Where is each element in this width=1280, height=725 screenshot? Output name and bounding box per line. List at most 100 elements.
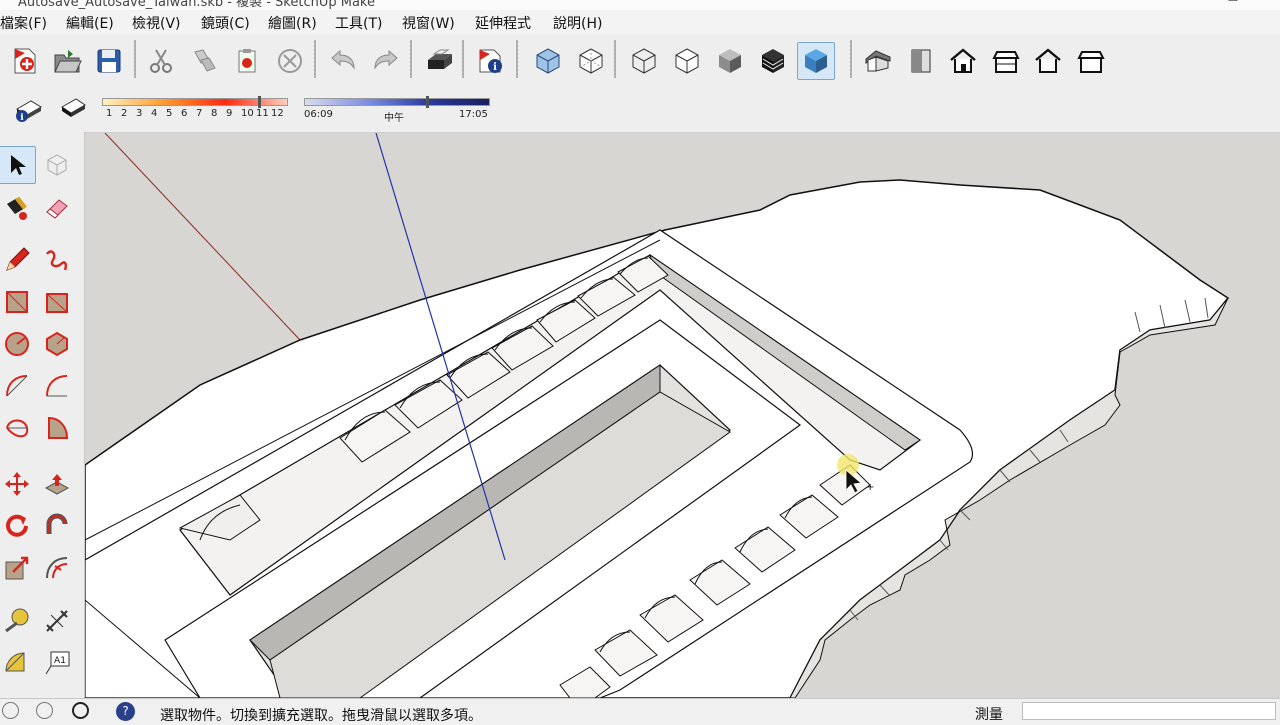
make-component-tool[interactable] — [38, 146, 76, 184]
erase-selection-button[interactable] — [272, 43, 308, 79]
top-view-button[interactable] — [903, 43, 939, 79]
front-view-button[interactable] — [945, 43, 981, 79]
pie-tool[interactable] — [38, 409, 76, 447]
freehand-tool[interactable] — [38, 241, 76, 279]
push-pull-tool[interactable] — [38, 465, 76, 503]
month-tick: 12 — [271, 108, 284, 119]
month-tick: 11 — [256, 108, 269, 119]
measurements-input[interactable] — [1022, 702, 1276, 720]
text-tool[interactable]: A1 — [38, 644, 76, 682]
back-house-icon — [1035, 48, 1061, 73]
three-point-arc-icon — [6, 419, 29, 438]
menu-camera[interactable]: 鏡頭(C) — [201, 13, 250, 33]
month-tick: 9 — [226, 108, 233, 119]
select-tool[interactable] — [0, 146, 36, 184]
rotate-tool[interactable] — [0, 507, 36, 545]
time-slider[interactable] — [304, 96, 490, 108]
printer-icon — [428, 49, 452, 69]
protractor-icon — [5, 652, 25, 672]
help-icon[interactable]: ? — [116, 702, 135, 721]
right-house-icon — [992, 51, 1020, 73]
open-folder-icon — [54, 50, 82, 73]
shadow-settings-button[interactable]: i — [11, 91, 47, 127]
push-pull-icon — [44, 474, 70, 495]
monochrome-button[interactable] — [797, 42, 835, 80]
two-point-arc-tool[interactable] — [38, 367, 76, 405]
offset-tool[interactable] — [38, 549, 76, 587]
three-point-arc-tool[interactable] — [0, 409, 36, 447]
redo-button[interactable] — [368, 43, 404, 79]
cut-button[interactable] — [143, 43, 179, 79]
rotated-rectangle-tool[interactable] — [38, 283, 76, 321]
dimension-icon — [46, 610, 68, 632]
shaded-textures-button[interactable] — [755, 43, 791, 79]
time-slider-thumb[interactable] — [426, 96, 429, 108]
menu-tools[interactable]: 工具(T) — [335, 13, 382, 33]
menu-file[interactable]: 檔案(F) — [0, 13, 47, 33]
rectangle-tool[interactable] — [0, 283, 36, 321]
shaded-button[interactable] — [712, 43, 748, 79]
new-button[interactable] — [7, 43, 43, 79]
tape-measure-tool[interactable] — [0, 602, 36, 640]
line-tool[interactable] — [0, 241, 36, 279]
save-disk-icon — [97, 49, 121, 73]
credits-icon[interactable] — [36, 702, 53, 719]
circle-tool[interactable] — [0, 325, 36, 363]
save-button[interactable] — [91, 43, 127, 79]
polygon-tool[interactable] — [38, 325, 76, 363]
right-view-button[interactable] — [988, 43, 1024, 79]
dimension-tool[interactable] — [38, 602, 76, 640]
toolbar-separator — [516, 40, 518, 78]
month-slider-thumb[interactable] — [258, 96, 261, 108]
paste-button[interactable] — [229, 43, 265, 79]
month-slider[interactable] — [102, 96, 288, 108]
toolbar-separator — [850, 40, 852, 78]
follow-me-tool[interactable] — [38, 507, 76, 545]
xray-style-button[interactable] — [530, 43, 566, 79]
menu-help[interactable]: 說明(H) — [553, 13, 602, 33]
menu-extensions[interactable]: 延伸程式 — [475, 13, 531, 33]
back-edges-cube-icon — [579, 48, 603, 74]
arc-icon — [6, 375, 28, 397]
undo-button[interactable] — [325, 43, 361, 79]
eraser-tool[interactable] — [38, 189, 76, 227]
drawing-viewport[interactable]: + — [85, 133, 1280, 698]
paint-bucket-icon — [7, 196, 27, 220]
hidden-line-button[interactable] — [669, 43, 705, 79]
geo-location-icon[interactable] — [2, 702, 19, 719]
polygon-icon — [46, 331, 68, 357]
minimize-button[interactable]: – — [1168, 0, 1214, 10]
back-edges-button[interactable] — [573, 43, 609, 79]
scale-tool[interactable] — [0, 549, 36, 587]
menu-view[interactable]: 檢視(V) — [132, 13, 181, 33]
display-shadows-button[interactable] — [55, 91, 91, 127]
protractor-tool[interactable] — [0, 644, 36, 682]
user-account-icon[interactable] — [72, 702, 89, 719]
iso-view-button[interactable] — [860, 43, 896, 79]
menu-edit[interactable]: 編輯(E) — [66, 13, 114, 33]
month-tick: 1 — [106, 108, 113, 119]
copy-button[interactable] — [186, 43, 222, 79]
close-button[interactable]: ✕ — [1244, 0, 1280, 10]
menu-window[interactable]: 視窗(W) — [402, 13, 455, 33]
arc-tool[interactable] — [0, 367, 36, 405]
wireframe-button[interactable] — [626, 43, 662, 79]
pie-icon — [48, 416, 69, 439]
month-ticks: 1 2 3 4 5 6 7 8 9 10 11 12 — [102, 108, 302, 122]
back-view-button[interactable] — [1030, 43, 1066, 79]
open-button[interactable] — [49, 43, 85, 79]
paint-bucket-tool[interactable] — [0, 189, 36, 227]
svg-text:i: i — [20, 113, 24, 123]
print-button[interactable] — [421, 43, 457, 79]
toolbar-separator — [314, 40, 316, 78]
circle-icon — [5, 332, 29, 356]
left-view-button[interactable] — [1073, 43, 1109, 79]
toolbar-separator — [614, 40, 616, 78]
undo-arrow-icon — [331, 49, 355, 70]
menu-draw[interactable]: 繪圖(R) — [268, 13, 317, 33]
xray-cube-icon — [536, 48, 560, 74]
hidden-line-cube-icon — [675, 48, 699, 74]
model-info-button[interactable]: i — [473, 43, 509, 79]
move-tool[interactable] — [0, 465, 36, 503]
front-house-icon — [950, 48, 976, 73]
